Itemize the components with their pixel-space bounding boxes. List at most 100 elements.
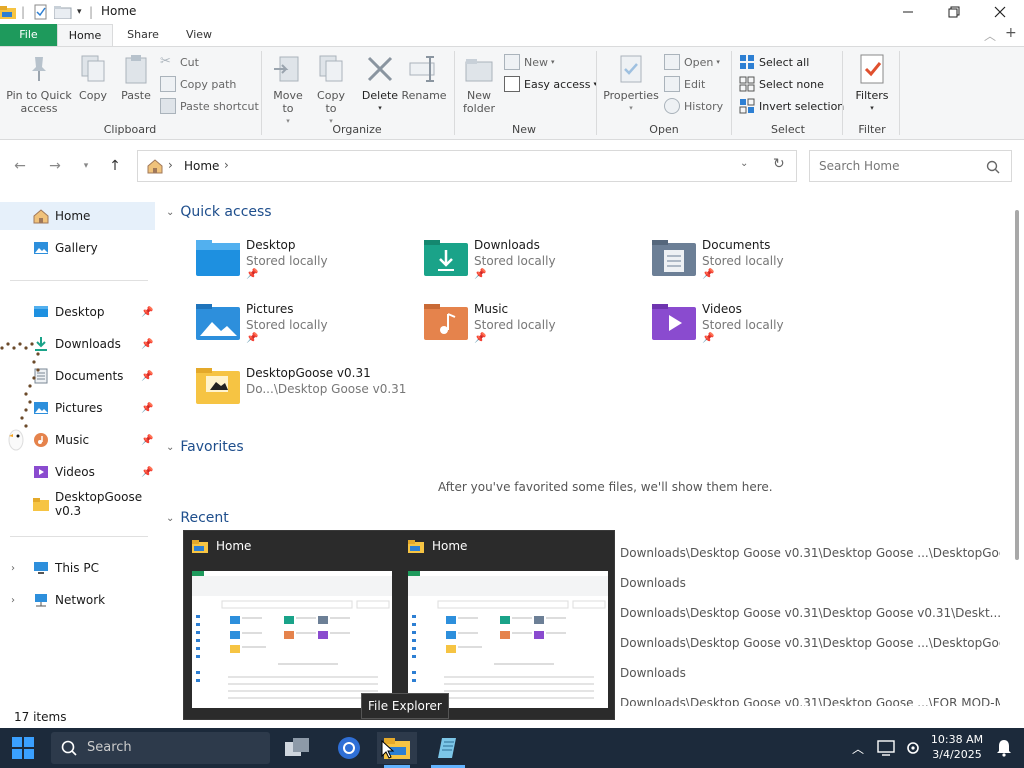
copy-path-button[interactable]: Copy path xyxy=(160,74,236,94)
chrome-button[interactable] xyxy=(329,732,369,764)
pin-icon[interactable]: 📌 xyxy=(141,435,153,446)
new-folder-quick-icon[interactable] xyxy=(54,4,72,20)
search-box[interactable]: Search Home xyxy=(809,150,1012,182)
back-button[interactable]: ← xyxy=(10,156,30,176)
taskbar-search[interactable]: Search xyxy=(51,732,270,764)
copy-to-button[interactable]: Copy to ▾ xyxy=(313,53,349,128)
filters-button[interactable]: Filters ▾ xyxy=(850,53,894,115)
recent-row-path[interactable]: Downloads xyxy=(620,576,1000,590)
explorer-app-icon xyxy=(408,540,424,553)
minimize-button[interactable] xyxy=(885,0,931,24)
close-button[interactable] xyxy=(977,0,1023,24)
expand-chevron-icon[interactable]: › xyxy=(11,595,15,606)
clipboard-icon xyxy=(125,55,147,84)
up-button[interactable]: ↑ xyxy=(105,156,125,176)
app-button[interactable] xyxy=(428,732,468,764)
invert-selection-button[interactable]: Invert selection xyxy=(739,96,844,116)
quick-item-pictures[interactable]: Pictures Stored locally 📌 xyxy=(196,302,416,358)
pin-icon[interactable]: 📌 xyxy=(141,371,153,382)
delete-button[interactable]: Delete ▾ xyxy=(360,53,400,115)
pin-icon: 📌 xyxy=(474,333,487,344)
sidebar-item-this-pc[interactable]: › This PC xyxy=(0,554,158,582)
vertical-scrollbar[interactable] xyxy=(1012,194,1024,714)
search-icon xyxy=(986,160,1000,174)
scrollbar-thumb[interactable] xyxy=(1015,210,1019,560)
item-name: Documents xyxy=(702,238,771,252)
breadcrumb-chevron-icon[interactable]: › xyxy=(224,158,229,172)
sidebar-item-label: Downloads xyxy=(55,337,121,351)
tab-view[interactable]: View xyxy=(173,24,225,46)
pin-to-quick-access-button[interactable]: Pin to Quick access xyxy=(6,53,72,115)
address-dropdown-icon[interactable]: ⌄ xyxy=(740,158,748,169)
start-button[interactable] xyxy=(3,732,43,764)
history-button[interactable]: History xyxy=(664,96,723,116)
recent-row-path[interactable]: Downloads\Desktop Goose v0.31\Desktop Go… xyxy=(620,606,1000,620)
paste-button[interactable]: Paste xyxy=(118,53,154,102)
properties-button[interactable]: Properties ▾ xyxy=(603,53,659,115)
favorites-header[interactable]: ⌄ Favorites xyxy=(166,439,244,455)
tab-file[interactable]: File xyxy=(0,24,57,46)
search-input[interactable]: Search Home xyxy=(819,159,899,173)
move-to-button[interactable]: Move to ▾ xyxy=(270,53,306,128)
quick-item-desktopgoose[interactable]: DesktopGoose v0.31 Do...\Desktop Goose v… xyxy=(196,366,456,422)
open-button[interactable]: Open ▾ xyxy=(664,52,720,72)
new-folder-button[interactable]: New folder xyxy=(460,53,498,115)
sidebar-item-home[interactable]: Home xyxy=(0,202,155,230)
sidebar-item-desktop[interactable]: Desktop 📌 xyxy=(0,298,158,326)
recent-row-path[interactable]: Downloads xyxy=(620,666,1000,680)
clock[interactable]: 10:38 AM 3/4/2025 xyxy=(926,732,988,762)
rename-button[interactable]: Rename xyxy=(401,53,447,102)
easy-access-button[interactable]: Easy access ▾ xyxy=(504,74,597,94)
recent-row-path[interactable]: Downloads\Desktop Goose v0.31\Desktop Go… xyxy=(620,546,1000,560)
copy-button[interactable]: Copy xyxy=(76,53,110,102)
pin-icon[interactable]: 📌 xyxy=(141,467,153,478)
refresh-icon[interactable]: ↻ xyxy=(773,156,785,172)
pin-icon[interactable]: 📌 xyxy=(141,339,153,350)
quick-item-videos[interactable]: Videos Stored locally 📌 xyxy=(652,302,872,358)
maximize-button[interactable] xyxy=(931,0,977,24)
breadcrumb-home[interactable]: Home xyxy=(184,159,219,173)
quick-item-downloads[interactable]: Downloads Stored locally 📌 xyxy=(424,238,644,294)
paste-shortcut-button[interactable]: Paste shortcut xyxy=(160,96,259,116)
customize-quick-access-icon[interactable]: ▾ xyxy=(77,4,82,20)
pin-icon[interactable]: 📌 xyxy=(141,307,153,318)
file-explorer-taskbar-button[interactable] xyxy=(377,732,417,764)
new-item-button[interactable]: New ▾ xyxy=(504,52,555,72)
recent-row-path[interactable]: Downloads\Desktop Goose v0.31\Desktop Go… xyxy=(620,636,1000,650)
sidebar-item-desktopgoose[interactable]: DesktopGoose v0.3 xyxy=(0,490,158,518)
address-bar[interactable]: › Home › ⌄ ↻ xyxy=(137,150,797,182)
expand-chevron-icon[interactable]: › xyxy=(11,563,15,574)
pin-icon[interactable]: 📌 xyxy=(141,403,153,414)
recent-header[interactable]: ⌄ Recent xyxy=(166,510,229,526)
network-icon xyxy=(35,594,47,607)
desktop-icon xyxy=(34,306,48,317)
properties-quick-icon[interactable] xyxy=(33,4,49,20)
taskbar-thumbnail-preview: Home Home xyxy=(183,530,615,720)
cut-button[interactable]: ✂ Cut xyxy=(160,52,199,72)
recent-locations-button[interactable]: ▾ xyxy=(76,156,96,176)
goose-sprite[interactable] xyxy=(6,426,26,460)
ribbon-separator xyxy=(842,51,843,135)
quick-access-header[interactable]: ⌄ Quick access xyxy=(166,204,272,220)
sidebar-item-network[interactable]: › Network xyxy=(0,586,158,614)
up-arrow-icon: ↑ xyxy=(109,158,121,174)
tab-home[interactable]: Home xyxy=(57,24,113,46)
help-plus-icon[interactable]: + xyxy=(1005,25,1017,41)
tab-share[interactable]: Share xyxy=(116,24,170,46)
quick-item-music[interactable]: Music Stored locally 📌 xyxy=(424,302,644,358)
notifications-button[interactable] xyxy=(984,732,1024,764)
select-all-button[interactable]: Select all xyxy=(739,52,809,72)
quick-item-desktop[interactable]: Desktop Stored locally 📌 xyxy=(196,238,416,294)
sidebar-item-videos[interactable]: Videos 📌 xyxy=(0,458,158,486)
sidebar-item-gallery[interactable]: Gallery xyxy=(0,234,158,262)
forward-button[interactable]: → xyxy=(45,156,65,176)
edit-button[interactable]: Edit xyxy=(664,74,705,94)
collapse-ribbon-icon[interactable]: ︿ xyxy=(984,27,996,44)
chevron-down-icon: ⌄ xyxy=(166,206,175,218)
clock-date: 3/4/2025 xyxy=(932,748,982,761)
sidebar-divider xyxy=(10,536,148,537)
select-none-button[interactable]: Select none xyxy=(739,74,824,94)
task-view-button[interactable] xyxy=(278,732,318,764)
quick-item-documents[interactable]: Documents Stored locally 📌 xyxy=(652,238,872,294)
chevron-up-icon: ︿ xyxy=(851,741,864,756)
